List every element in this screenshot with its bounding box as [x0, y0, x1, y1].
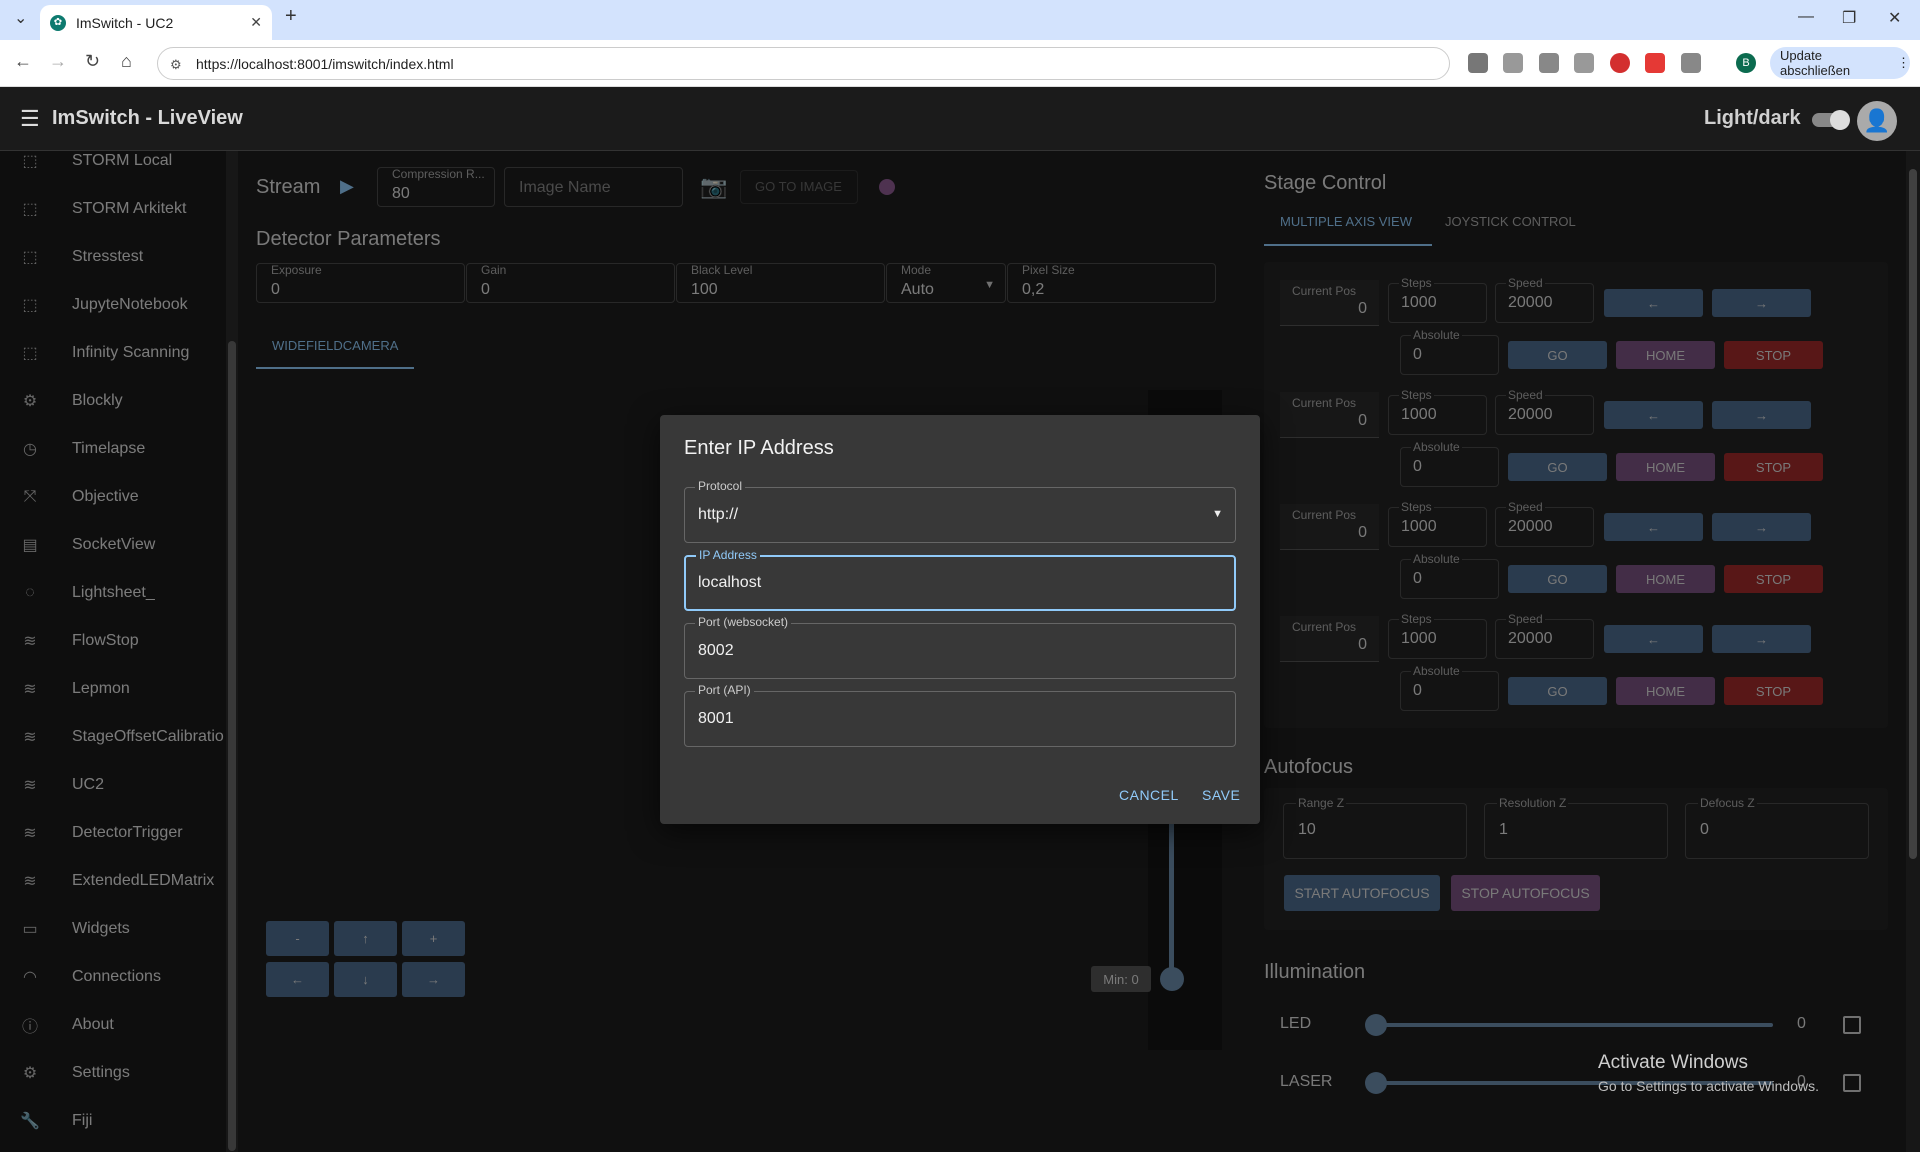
app-bar: ☰ ImSwitch - LiveView Light/dark 👤 — [0, 87, 1920, 151]
media-extension-icon[interactable] — [1574, 53, 1594, 73]
ip-address-value: localhost — [698, 574, 762, 591]
new-tab-icon[interactable]: + — [285, 5, 297, 28]
api-port-input[interactable]: Port (API) 8001 — [684, 683, 1236, 747]
puzzle-icon[interactable] — [1681, 53, 1701, 73]
light-dark-label: Light/dark — [1704, 107, 1801, 129]
ip-address-dialog: Enter IP Address Protocol http:// ▼ IP A… — [660, 415, 1260, 824]
theme-toggle[interactable] — [1812, 110, 1850, 130]
browser-toolbar: ← → ↻ ⌂ ⚙ https://localhost:8001/imswitc… — [0, 40, 1920, 87]
api-port-label: Port (API) — [695, 683, 754, 697]
cancel-button[interactable]: CANCEL — [1119, 787, 1179, 803]
favicon-icon: ✿ — [50, 14, 66, 31]
reload-icon[interactable]: ↻ — [85, 51, 100, 72]
camera-extension-icon[interactable] — [1503, 53, 1523, 73]
ip-address-label: IP Address — [696, 548, 760, 562]
close-tab-icon[interactable]: ✕ — [250, 14, 262, 31]
minimize-icon[interactable]: — — [1798, 8, 1814, 26]
ip-address-input[interactable]: IP Address localhost — [684, 548, 1236, 611]
save-button[interactable]: SAVE — [1202, 787, 1240, 803]
home-icon[interactable]: ⌂ — [121, 51, 132, 72]
api-port-value: 8001 — [698, 710, 734, 727]
url-text: https://localhost:8001/imswitch/index.ht… — [196, 55, 454, 72]
toggle-knob — [1830, 110, 1850, 130]
profile-avatar[interactable]: B — [1736, 53, 1756, 73]
browser-tab[interactable]: ✿ ImSwitch - UC2 ✕ — [40, 5, 272, 40]
dropdown-arrow-icon: ▼ — [1212, 508, 1223, 520]
tab-title: ImSwitch - UC2 — [76, 14, 174, 31]
websocket-port-label: Port (websocket) — [695, 615, 792, 629]
browser-tab-strip: ⌄ ✿ ImSwitch - UC2 ✕ + — ❐ ✕ — [0, 0, 1920, 40]
update-button[interactable]: Update abschließen ⋮ — [1770, 47, 1910, 79]
watermark-subtitle: Go to Settings to activate Windows. — [1598, 1078, 1819, 1094]
update-label: Update abschließen — [1780, 48, 1851, 78]
opera-extension-icon[interactable] — [1610, 53, 1630, 73]
protocol-value: http:// — [698, 506, 739, 523]
tab-search-icon[interactable]: ⌄ — [14, 8, 27, 28]
back-icon[interactable]: ← — [14, 51, 32, 72]
megaphone-extension-icon[interactable] — [1645, 53, 1665, 73]
kebab-menu-icon[interactable]: ⋮ — [1897, 55, 1910, 71]
address-bar[interactable]: ⚙ https://localhost:8001/imswitch/index.… — [157, 47, 1450, 80]
protocol-select[interactable]: Protocol http:// ▼ — [684, 479, 1236, 543]
websocket-port-value: 8002 — [698, 642, 734, 659]
site-info-icon[interactable]: ⚙ — [170, 57, 184, 72]
extension-icon[interactable] — [1468, 53, 1488, 73]
hamburger-menu-icon[interactable]: ☰ — [20, 106, 40, 132]
dialog-title: Enter IP Address — [684, 437, 834, 459]
app-title: ImSwitch - LiveView — [52, 107, 243, 129]
cast-extension-icon[interactable] — [1539, 53, 1559, 73]
account-icon[interactable]: 👤 — [1857, 101, 1897, 141]
websocket-port-input[interactable]: Port (websocket) 8002 — [684, 615, 1236, 679]
protocol-label: Protocol — [695, 479, 746, 493]
watermark-title: Activate Windows — [1598, 1052, 1748, 1073]
forward-icon[interactable]: → — [49, 51, 67, 72]
restore-icon[interactable]: ❐ — [1842, 8, 1856, 28]
close-window-icon[interactable]: ✕ — [1888, 8, 1901, 28]
